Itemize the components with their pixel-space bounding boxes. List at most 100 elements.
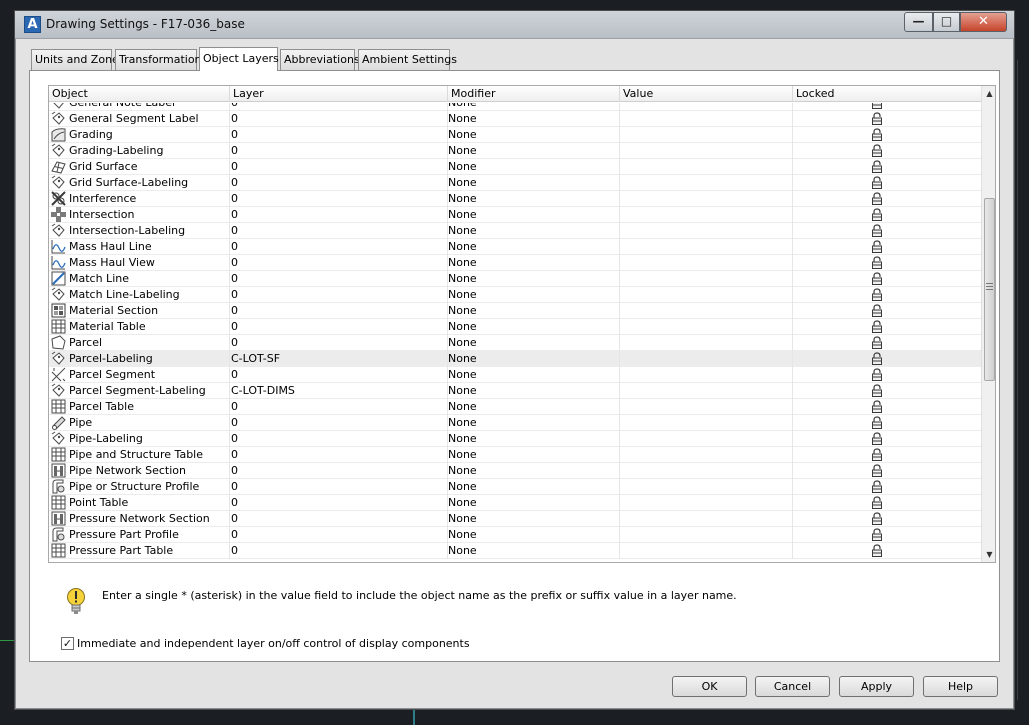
- column-header-layer[interactable]: Layer: [230, 86, 448, 102]
- table-row[interactable]: Pipe and Structure Table 0 None: [49, 447, 981, 463]
- unlocked-lock-icon[interactable]: [871, 256, 883, 269]
- modifier-cell[interactable]: None: [448, 175, 620, 191]
- unlocked-lock-icon[interactable]: [871, 112, 883, 125]
- layer-cell[interactable]: 0: [230, 463, 448, 479]
- layer-cell[interactable]: 0: [230, 239, 448, 255]
- table-row[interactable]: Parcel Segment-Labeling C-LOT-DIMS None: [49, 383, 981, 399]
- locked-cell[interactable]: [793, 431, 981, 447]
- value-cell[interactable]: [620, 463, 793, 479]
- unlocked-lock-icon[interactable]: [871, 103, 883, 109]
- value-cell[interactable]: [620, 143, 793, 159]
- table-row[interactable]: Parcel Table 0 None: [49, 399, 981, 415]
- object-cell[interactable]: Pressure Part Table: [49, 543, 230, 559]
- unlocked-lock-icon[interactable]: [871, 304, 883, 317]
- table-row[interactable]: Pipe or Structure Profile 0 None: [49, 479, 981, 495]
- locked-cell[interactable]: [793, 367, 981, 383]
- modifier-cell[interactable]: None: [448, 351, 620, 367]
- table-row[interactable]: Grid Surface 0 None: [49, 159, 981, 175]
- value-cell[interactable]: [620, 543, 793, 559]
- modifier-cell[interactable]: None: [448, 223, 620, 239]
- layer-cell[interactable]: 0: [230, 287, 448, 303]
- unlocked-lock-icon[interactable]: [871, 160, 883, 173]
- locked-cell[interactable]: [793, 383, 981, 399]
- scrollbar-thumb[interactable]: [984, 198, 995, 381]
- value-cell[interactable]: [620, 239, 793, 255]
- modifier-cell[interactable]: None: [448, 303, 620, 319]
- table-row[interactable]: Pipe-Labeling 0 None: [49, 431, 981, 447]
- table-row[interactable]: General Segment Label 0 None: [49, 111, 981, 127]
- unlocked-lock-icon[interactable]: [871, 528, 883, 541]
- object-cell[interactable]: Match Line-Labeling: [49, 287, 230, 303]
- object-cell[interactable]: Parcel Segment: [49, 367, 230, 383]
- table-row[interactable]: Pressure Part Profile 0 None: [49, 527, 981, 543]
- unlocked-lock-icon[interactable]: [871, 224, 883, 237]
- value-cell[interactable]: [620, 399, 793, 415]
- unlocked-lock-icon[interactable]: [871, 464, 883, 477]
- unlocked-lock-icon[interactable]: [871, 272, 883, 285]
- locked-cell[interactable]: [793, 255, 981, 271]
- object-cell[interactable]: Material Table: [49, 319, 230, 335]
- layer-cell[interactable]: 0: [230, 175, 448, 191]
- locked-cell[interactable]: [793, 159, 981, 175]
- table-row[interactable]: Mass Haul View 0 None: [49, 255, 981, 271]
- scroll-up-arrow-icon[interactable]: ▲: [982, 86, 995, 101]
- value-cell[interactable]: [620, 191, 793, 207]
- value-cell[interactable]: [620, 367, 793, 383]
- value-cell[interactable]: [620, 159, 793, 175]
- value-cell[interactable]: [620, 383, 793, 399]
- modifier-cell[interactable]: None: [448, 383, 620, 399]
- modifier-cell[interactable]: None: [448, 319, 620, 335]
- object-cell[interactable]: Grading-Labeling: [49, 143, 230, 159]
- unlocked-lock-icon[interactable]: [871, 320, 883, 333]
- object-cell[interactable]: Match Line: [49, 271, 230, 287]
- locked-cell[interactable]: [793, 103, 981, 111]
- layer-cell[interactable]: 0: [230, 207, 448, 223]
- layer-control-checkbox-label[interactable]: Immediate and independent layer on/off c…: [77, 637, 470, 650]
- tab-ambient-settings[interactable]: Ambient Settings: [358, 49, 457, 70]
- minimize-button[interactable]: —: [904, 12, 933, 32]
- modifier-cell[interactable]: None: [448, 543, 620, 559]
- object-cell[interactable]: Parcel-Labeling: [49, 351, 230, 367]
- locked-cell[interactable]: [793, 447, 981, 463]
- locked-cell[interactable]: [793, 351, 981, 367]
- locked-cell[interactable]: [793, 223, 981, 239]
- object-cell[interactable]: Pipe or Structure Profile: [49, 479, 230, 495]
- modifier-cell[interactable]: None: [448, 495, 620, 511]
- value-cell[interactable]: [620, 415, 793, 431]
- locked-cell[interactable]: [793, 415, 981, 431]
- modifier-cell[interactable]: None: [448, 527, 620, 543]
- table-row[interactable]: Grading-Labeling 0 None: [49, 143, 981, 159]
- modifier-cell[interactable]: None: [448, 271, 620, 287]
- object-cell[interactable]: Mass Haul View: [49, 255, 230, 271]
- value-cell[interactable]: [620, 319, 793, 335]
- value-cell[interactable]: [620, 303, 793, 319]
- table-row[interactable]: Intersection-Labeling 0 None: [49, 223, 981, 239]
- modifier-cell[interactable]: None: [448, 111, 620, 127]
- help-button[interactable]: Help: [923, 676, 998, 697]
- object-cell[interactable]: Pressure Part Profile: [49, 527, 230, 543]
- unlocked-lock-icon[interactable]: [871, 128, 883, 141]
- table-row[interactable]: Parcel Segment 0 None: [49, 367, 981, 383]
- modifier-cell[interactable]: None: [448, 399, 620, 415]
- modifier-cell[interactable]: None: [448, 367, 620, 383]
- layer-cell[interactable]: 0: [230, 479, 448, 495]
- table-row[interactable]: Grid Surface-Labeling 0 None: [49, 175, 981, 191]
- layer-cell[interactable]: 0: [230, 255, 448, 271]
- unlocked-lock-icon[interactable]: [871, 336, 883, 349]
- object-cell[interactable]: Grid Surface-Labeling: [49, 175, 230, 191]
- locked-cell[interactable]: [793, 319, 981, 335]
- object-cell[interactable]: General Note Label: [49, 103, 230, 111]
- column-header-value[interactable]: Value: [620, 86, 793, 102]
- modifier-cell[interactable]: None: [448, 159, 620, 175]
- table-row[interactable]: Mass Haul Line 0 None: [49, 239, 981, 255]
- modifier-cell[interactable]: None: [448, 103, 620, 111]
- object-cell[interactable]: Intersection: [49, 207, 230, 223]
- table-row[interactable]: Material Table 0 None: [49, 319, 981, 335]
- maximize-button[interactable]: □: [933, 12, 960, 32]
- tab-abbreviations[interactable]: Abbreviations: [280, 49, 360, 70]
- layer-cell[interactable]: C-LOT-SF: [230, 351, 448, 367]
- column-header-modifier[interactable]: Modifier: [448, 86, 620, 102]
- locked-cell[interactable]: [793, 287, 981, 303]
- locked-cell[interactable]: [793, 175, 981, 191]
- locked-cell[interactable]: [793, 399, 981, 415]
